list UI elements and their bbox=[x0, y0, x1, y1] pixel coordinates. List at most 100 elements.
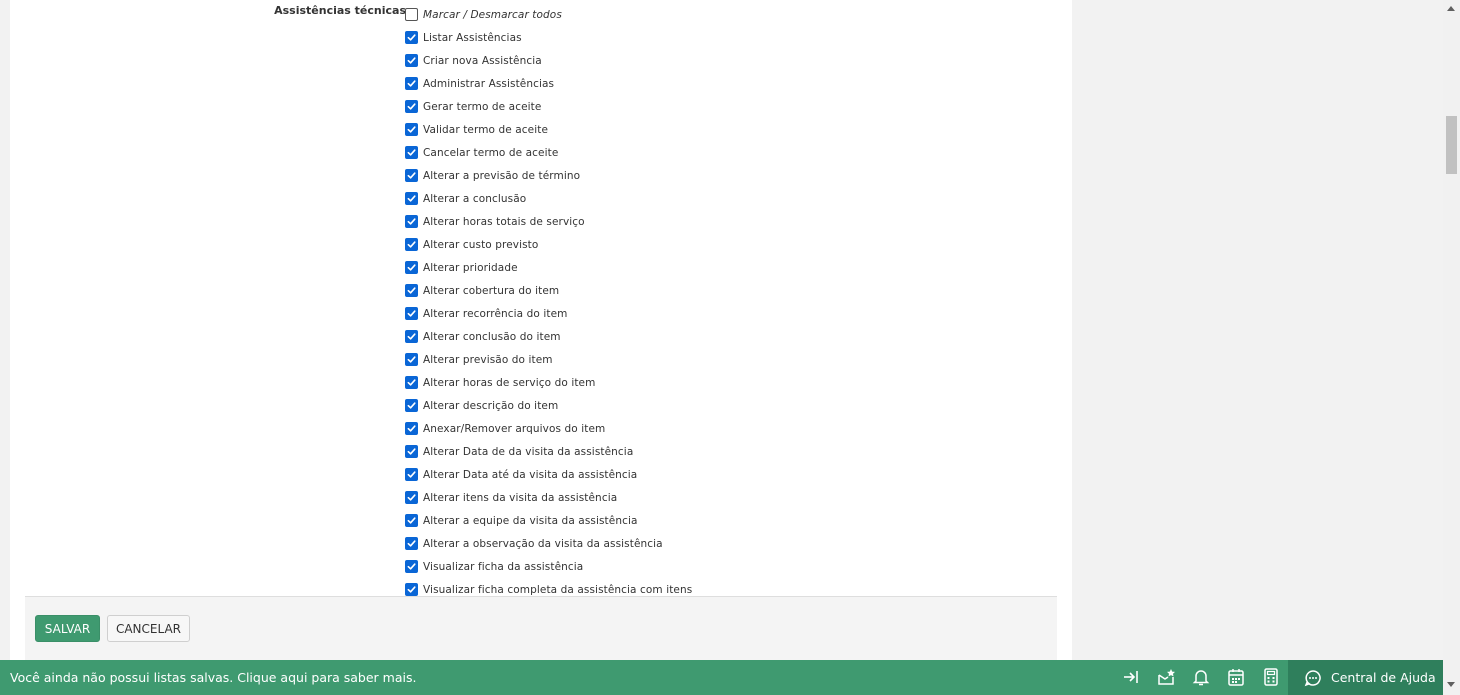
permission-label[interactable]: Alterar a previsão de término bbox=[423, 170, 580, 182]
save-button[interactable]: SALVAR bbox=[35, 615, 100, 642]
permission-item[interactable]: Alterar horas totais de serviço bbox=[405, 210, 1005, 233]
collapse-arrow-icon[interactable] bbox=[1121, 667, 1141, 687]
permission-item[interactable]: Alterar a observação da visita da assist… bbox=[405, 532, 1005, 555]
permission-checkbox[interactable] bbox=[405, 261, 418, 274]
permission-checkbox[interactable] bbox=[405, 353, 418, 366]
checkmark-icon bbox=[407, 79, 416, 88]
permission-label[interactable]: Criar nova Assistência bbox=[423, 55, 542, 67]
permission-label[interactable]: Alterar cobertura do item bbox=[423, 285, 559, 297]
checkmark-icon bbox=[407, 470, 416, 479]
permission-checkbox[interactable] bbox=[405, 330, 418, 343]
permission-item[interactable]: Validar termo de aceite bbox=[405, 118, 1005, 141]
permission-item[interactable]: Alterar cobertura do item bbox=[405, 279, 1005, 302]
permission-checkbox[interactable] bbox=[405, 445, 418, 458]
permission-item[interactable]: Gerar termo de aceite bbox=[405, 95, 1005, 118]
chat-bubble-icon bbox=[1304, 669, 1322, 687]
permission-label[interactable]: Administrar Assistências bbox=[423, 78, 554, 90]
bell-icon[interactable] bbox=[1191, 667, 1211, 687]
permission-label[interactable]: Alterar custo previsto bbox=[423, 239, 538, 251]
permission-item[interactable]: Alterar descrição do item bbox=[405, 394, 1005, 417]
permission-label[interactable]: Validar termo de aceite bbox=[423, 124, 548, 136]
permission-checkbox[interactable] bbox=[405, 560, 418, 573]
checkmark-icon bbox=[407, 125, 416, 134]
vertical-scrollbar[interactable] bbox=[1443, 0, 1460, 695]
permission-checkbox[interactable] bbox=[405, 100, 418, 113]
permission-checkbox[interactable] bbox=[405, 422, 418, 435]
permission-label[interactable]: Alterar a equipe da visita da assistênci… bbox=[423, 515, 638, 527]
checkmark-icon bbox=[407, 263, 416, 272]
permission-item[interactable]: Alterar Data até da visita da assistênci… bbox=[405, 463, 1005, 486]
permission-item[interactable]: Alterar a previsão de término bbox=[405, 164, 1005, 187]
permission-checkbox[interactable] bbox=[405, 31, 418, 44]
permission-checkbox[interactable] bbox=[405, 468, 418, 481]
permission-checkbox[interactable] bbox=[405, 376, 418, 389]
scroll-thumb[interactable] bbox=[1446, 116, 1457, 174]
permission-item[interactable]: Alterar itens da visita da assistência bbox=[405, 486, 1005, 509]
permission-item[interactable]: Alterar prioridade bbox=[405, 256, 1005, 279]
permission-item[interactable]: Listar Assistências bbox=[405, 26, 1005, 49]
permission-label[interactable]: Alterar horas de serviço do item bbox=[423, 377, 595, 389]
permission-item[interactable]: Alterar horas de serviço do item bbox=[405, 371, 1005, 394]
permission-checkbox[interactable] bbox=[405, 77, 418, 90]
permission-item[interactable]: Alterar a equipe da visita da assistênci… bbox=[405, 509, 1005, 532]
checkmark-icon bbox=[407, 424, 416, 433]
scroll-down-icon[interactable] bbox=[1447, 682, 1455, 687]
permission-checkbox[interactable] bbox=[405, 54, 418, 67]
permission-item[interactable]: Cancelar termo de aceite bbox=[405, 141, 1005, 164]
saved-lists-message[interactable]: Você ainda não possui listas salvas. Cli… bbox=[10, 660, 416, 695]
calculator-icon[interactable] bbox=[1261, 667, 1281, 687]
cancel-button[interactable]: CANCELAR bbox=[107, 615, 190, 642]
permission-label[interactable]: Alterar descrição do item bbox=[423, 400, 558, 412]
permission-checkbox[interactable] bbox=[405, 537, 418, 550]
permission-label[interactable]: Alterar Data até da visita da assistênci… bbox=[423, 469, 637, 481]
permission-label[interactable]: Alterar prioridade bbox=[423, 262, 518, 274]
permission-checkbox[interactable] bbox=[405, 583, 418, 596]
permission-item[interactable]: Alterar a conclusão bbox=[405, 187, 1005, 210]
permission-label[interactable]: Alterar previsão do item bbox=[423, 354, 553, 366]
permission-label[interactable]: Gerar termo de aceite bbox=[423, 101, 541, 113]
permission-checkbox[interactable] bbox=[405, 514, 418, 527]
permission-checkbox[interactable] bbox=[405, 307, 418, 320]
permission-checkbox[interactable] bbox=[405, 123, 418, 136]
permission-item[interactable]: Administrar Assistências bbox=[405, 72, 1005, 95]
permission-checkbox[interactable] bbox=[405, 215, 418, 228]
calendar-icon[interactable] bbox=[1226, 667, 1246, 687]
permission-checkbox[interactable] bbox=[405, 192, 418, 205]
permission-item[interactable]: Anexar/Remover arquivos do item bbox=[405, 417, 1005, 440]
permission-label[interactable]: Alterar a conclusão bbox=[423, 193, 526, 205]
toggle-all-checkbox[interactable] bbox=[405, 8, 418, 21]
permission-label[interactable]: Alterar conclusão do item bbox=[423, 331, 561, 343]
scroll-up-icon[interactable] bbox=[1447, 6, 1455, 11]
permission-label[interactable]: Alterar Data de da visita da assistência bbox=[423, 446, 633, 458]
permissions-panel: Assistências técnicas Marcar / Desmarcar… bbox=[10, 0, 1072, 660]
toggle-all-label[interactable]: Marcar / Desmarcar todos bbox=[423, 9, 562, 21]
permission-label[interactable]: Alterar recorrência do item bbox=[423, 308, 567, 320]
permission-item[interactable]: Alterar conclusão do item bbox=[405, 325, 1005, 348]
permission-item[interactable]: Alterar recorrência do item bbox=[405, 302, 1005, 325]
permission-label[interactable]: Anexar/Remover arquivos do item bbox=[423, 423, 605, 435]
permission-checkbox[interactable] bbox=[405, 146, 418, 159]
permission-item[interactable]: Alterar Data de da visita da assistência bbox=[405, 440, 1005, 463]
permission-label[interactable]: Alterar a observação da visita da assist… bbox=[423, 538, 663, 550]
permission-label[interactable]: Alterar horas totais de serviço bbox=[423, 216, 585, 228]
permission-checkbox[interactable] bbox=[405, 284, 418, 297]
permission-item[interactable]: Visualizar ficha da assistência bbox=[405, 555, 1005, 578]
permission-item[interactable]: Criar nova Assistência bbox=[405, 49, 1005, 72]
permission-label[interactable]: Cancelar termo de aceite bbox=[423, 147, 558, 159]
permission-item[interactable]: Alterar previsão do item bbox=[405, 348, 1005, 371]
permission-item[interactable]: Alterar custo previsto bbox=[405, 233, 1005, 256]
permission-label[interactable]: Listar Assistências bbox=[423, 32, 522, 44]
permission-label[interactable]: Visualizar ficha da assistência bbox=[423, 561, 583, 573]
checkmark-icon bbox=[407, 171, 416, 180]
toggle-all-row[interactable]: Marcar / Desmarcar todos bbox=[405, 3, 1005, 26]
help-center-button[interactable]: Central de Ajuda bbox=[1288, 660, 1443, 695]
message-star-icon[interactable] bbox=[1156, 667, 1176, 687]
checkmark-icon bbox=[407, 378, 416, 387]
permission-label[interactable]: Alterar itens da visita da assistência bbox=[423, 492, 617, 504]
permission-checkbox[interactable] bbox=[405, 399, 418, 412]
permission-label[interactable]: Visualizar ficha completa da assistência… bbox=[423, 584, 692, 596]
checkmark-icon bbox=[407, 516, 416, 525]
permission-checkbox[interactable] bbox=[405, 169, 418, 182]
permission-checkbox[interactable] bbox=[405, 491, 418, 504]
permission-checkbox[interactable] bbox=[405, 238, 418, 251]
